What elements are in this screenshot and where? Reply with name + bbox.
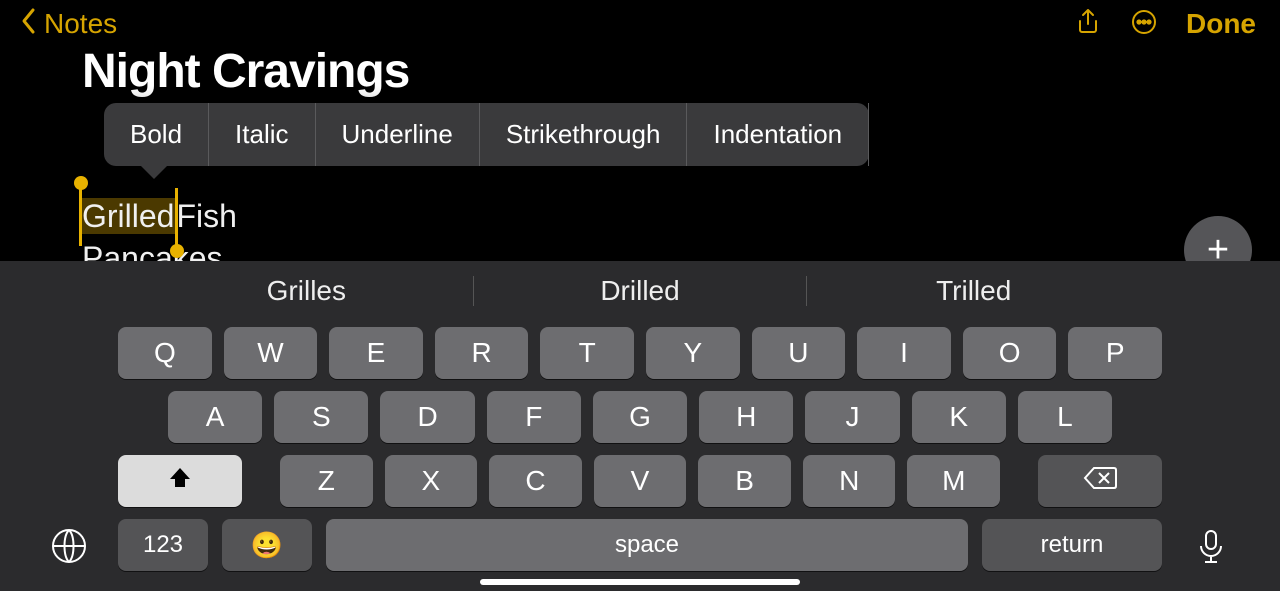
suggestion[interactable]: Trilled [807,275,1140,307]
nav-actions: Done [1074,8,1256,41]
key-a[interactable]: A [168,391,262,443]
key-l[interactable]: L [1018,391,1112,443]
key-f[interactable]: F [487,391,581,443]
key-r[interactable]: R [435,327,529,379]
format-italic[interactable]: Italic [209,103,315,166]
key-row: Z X C V B N M [118,455,1162,507]
mic-icon [1191,526,1231,571]
key-k[interactable]: K [912,391,1006,443]
key-j[interactable]: J [805,391,899,443]
suggestion[interactable]: Grilles [140,275,473,307]
key-space[interactable]: space [326,519,968,571]
key-g[interactable]: G [593,391,687,443]
key-q[interactable]: Q [118,327,212,379]
backspace-icon [1083,465,1117,498]
globe-icon [49,526,89,571]
globe-button[interactable] [44,523,94,573]
chevron-left-icon [20,7,38,42]
note-line[interactable]: Grilled Fish [82,196,1200,238]
key-shift[interactable] [118,455,242,507]
dictation-button[interactable] [1186,523,1236,573]
key-row: Q W E R T Y U I O P [118,327,1162,379]
key-row: A S D F G H J K L [118,391,1162,443]
key-y[interactable]: Y [646,327,740,379]
text-selection[interactable]: Grilled [82,196,176,238]
format-popover: Bold Italic Underline Strikethrough Inde… [104,103,869,166]
key-backspace[interactable] [1038,455,1162,507]
key-h[interactable]: H [699,391,793,443]
suggestion[interactable]: Drilled [474,275,807,307]
format-bold[interactable]: Bold [104,103,209,166]
format-strikethrough[interactable]: Strikethrough [480,103,688,166]
key-x[interactable]: X [385,455,478,507]
note-text: Fish [176,196,236,238]
key-n[interactable]: N [803,455,896,507]
format-indentation[interactable]: Indentation [687,103,869,166]
suggestion-bar: Grilles Drilled Trilled [0,261,1280,321]
key-w[interactable]: W [224,327,318,379]
key-return[interactable]: return [982,519,1162,571]
back-label: Notes [44,8,117,40]
done-button[interactable]: Done [1186,8,1256,40]
key-t[interactable]: T [540,327,634,379]
key-i[interactable]: I [857,327,951,379]
key-row: 123 😀 space return [118,519,1162,571]
key-e[interactable]: E [329,327,423,379]
key-b[interactable]: B [698,455,791,507]
keyboard: Grilles Drilled Trilled Q W E R T Y U I … [0,261,1280,591]
key-u[interactable]: U [752,327,846,379]
navbar: Notes Done [0,0,1280,48]
key-c[interactable]: C [489,455,582,507]
selection-handle-left[interactable] [79,188,82,246]
key-emoji[interactable]: 😀 [222,519,312,571]
key-p[interactable]: P [1068,327,1162,379]
emoji-icon: 😀 [251,530,283,561]
key-m[interactable]: M [907,455,1000,507]
format-underline[interactable]: Underline [316,103,480,166]
more-icon[interactable] [1130,8,1158,41]
back-button[interactable]: Notes [20,7,117,42]
selection-handle-right[interactable] [175,188,178,246]
selected-text: Grilled [82,198,176,234]
key-o[interactable]: O [963,327,1057,379]
note-title[interactable]: Night Cravings [82,48,1200,96]
shift-icon [167,465,193,498]
key-numbers[interactable]: 123 [118,519,208,571]
home-indicator[interactable] [480,579,800,585]
key-z[interactable]: Z [280,455,373,507]
key-s[interactable]: S [274,391,368,443]
share-icon[interactable] [1074,8,1102,41]
key-v[interactable]: V [594,455,687,507]
key-d[interactable]: D [380,391,474,443]
